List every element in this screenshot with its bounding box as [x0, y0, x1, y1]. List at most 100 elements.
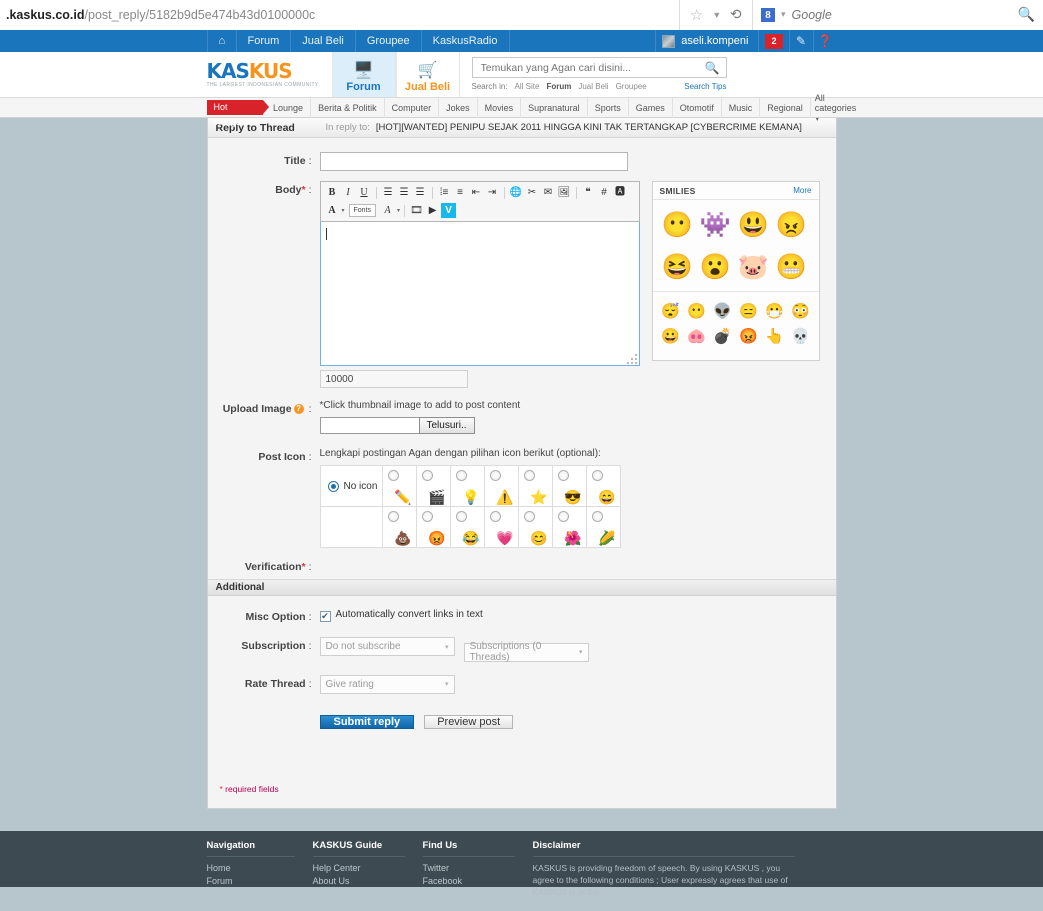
radio-post-icon[interactable]: [421, 511, 433, 522]
thread-title-link[interactable]: [HOT][WANTED] PENIPU SEJAK 2011 HINGGA K…: [376, 122, 802, 133]
bold-button[interactable]: B: [325, 185, 340, 200]
category-item-lounge[interactable]: Lounge: [266, 97, 312, 118]
question-icon[interactable]: ❓: [812, 30, 837, 52]
notifications-button[interactable]: 2: [758, 30, 788, 52]
quote-icon[interactable]: ❝: [581, 185, 596, 200]
smilies-more-link[interactable]: More: [793, 186, 811, 195]
top-nav-item-groupee[interactable]: Groupee: [356, 30, 422, 52]
radio-post-icon[interactable]: [455, 511, 467, 522]
title-input[interactable]: [319, 152, 628, 171]
smiley-item[interactable]: 😳: [788, 298, 814, 323]
unlink-icon[interactable]: ✂: [525, 185, 540, 200]
smiley-item[interactable]: 👆: [762, 323, 788, 348]
search-box[interactable]: 🔍: [471, 57, 727, 78]
smiley-item[interactable]: 😶: [659, 205, 697, 245]
image-icon[interactable]: 🖼: [557, 185, 572, 200]
email-icon[interactable]: ✉: [541, 185, 556, 200]
fonts-dropdown[interactable]: Fonts: [348, 204, 377, 217]
search-scope-jual-beli[interactable]: Jual Beli: [578, 82, 608, 91]
footer-link-forum[interactable]: Forum: [207, 875, 295, 888]
indent-icon[interactable]: ⇥: [485, 185, 500, 200]
subscriptions-list-select[interactable]: Subscriptions (0 Threads) ▾: [463, 641, 589, 663]
radio-post-icon[interactable]: [489, 470, 501, 481]
footer-link-help-center[interactable]: Help Center: [313, 862, 405, 875]
radio-post-icon[interactable]: [591, 470, 603, 481]
file-picker[interactable]: Telusuri..: [319, 417, 836, 434]
smiley-item[interactable]: 😮: [697, 247, 735, 287]
post-icon-option[interactable]: 😎: [551, 465, 587, 507]
post-icon-option[interactable]: 💗: [483, 506, 519, 548]
smiley-item[interactable]: 💀: [788, 323, 814, 348]
file-path-input[interactable]: [319, 417, 420, 434]
radio-post-icon[interactable]: [387, 470, 399, 481]
chevron-down-icon[interactable]: ▾: [342, 207, 345, 214]
radio-post-icon[interactable]: [489, 511, 501, 522]
radio-post-icon[interactable]: [523, 470, 535, 481]
radio-post-icon[interactable]: [421, 470, 433, 481]
link-icon[interactable]: 🌐: [509, 185, 524, 200]
smiley-item[interactable]: 💣: [710, 323, 736, 348]
post-icon-option[interactable]: 🎬: [415, 465, 451, 507]
site-logo[interactable]: KASKUS THE LARGEST INDONESIAN COMMUNITY: [207, 52, 332, 97]
youtube-icon[interactable]: ▶: [425, 203, 440, 218]
code-button[interactable]: #: [597, 185, 612, 200]
search-input[interactable]: [478, 60, 705, 75]
category-item-games[interactable]: Games: [629, 97, 673, 118]
bullet-list-icon[interactable]: ⁞≡: [437, 185, 452, 200]
radio-post-icon[interactable]: [523, 511, 535, 522]
spoiler-icon[interactable]: 🅰: [613, 185, 628, 200]
resize-handle[interactable]: [626, 354, 637, 364]
footer-link-about-us[interactable]: About Us: [313, 875, 405, 888]
smiley-item[interactable]: 🐽: [684, 323, 710, 348]
search-tips-link[interactable]: Search Tips: [684, 82, 726, 91]
smiley-item[interactable]: 😡: [736, 323, 762, 348]
chevron-down-icon[interactable]: ▾: [397, 207, 400, 214]
radio-post-icon[interactable]: [591, 511, 603, 522]
post-icon-option[interactable]: 🌽: [585, 506, 621, 548]
footer-link-home[interactable]: Home: [207, 862, 295, 875]
rate-thread-select[interactable]: Give rating ▾: [319, 674, 455, 694]
align-right-icon[interactable]: ☰: [413, 185, 428, 200]
category-all-dropdown[interactable]: All categories ▾: [811, 93, 861, 123]
search-scope-groupee[interactable]: Groupee: [616, 82, 647, 91]
post-icon-option[interactable]: ⭐: [517, 465, 553, 507]
radio-post-icon[interactable]: [387, 511, 399, 522]
reload-icon[interactable]: ⟳: [730, 6, 742, 23]
search-scope-all-site[interactable]: All Site: [515, 82, 540, 91]
radio-post-icon[interactable]: [557, 511, 569, 522]
category-item-regional[interactable]: Regional: [760, 97, 811, 118]
tab-forum[interactable]: 🖥️ Forum: [331, 52, 396, 97]
category-item-sports[interactable]: Sports: [588, 97, 629, 118]
post-icon-option[interactable]: 😊: [517, 506, 553, 548]
smiley-item[interactable]: 😀: [658, 323, 684, 348]
chevron-down-icon[interactable]: ▼: [712, 10, 721, 20]
smiley-item[interactable]: 😠: [773, 205, 811, 245]
search-scope-forum[interactable]: Forum: [546, 82, 571, 91]
submit-reply-button[interactable]: Submit reply: [319, 714, 415, 729]
category-item-computer[interactable]: Computer: [385, 97, 440, 118]
font-size-button[interactable]: A: [380, 203, 395, 218]
smiley-item[interactable]: 😷: [762, 298, 788, 323]
tab-jual-beli[interactable]: 🛒 Jual Beli: [395, 52, 460, 97]
footer-link-facebook[interactable]: Facebook: [423, 875, 515, 888]
radio-post-icon[interactable]: [557, 470, 569, 481]
smiley-item[interactable]: 😶: [684, 298, 710, 323]
category-hot-button[interactable]: Hot categories: [206, 100, 269, 127]
url-bar[interactable]: .kaskus.co.id/post_reply/5182b9d5e474b43…: [0, 0, 680, 30]
post-icon-none-cell[interactable]: No icon: [319, 465, 383, 507]
post-icon-option[interactable]: ✏️: [381, 465, 417, 507]
smiley-item[interactable]: 😑: [736, 298, 762, 323]
verification-field[interactable]: [320, 558, 836, 573]
home-icon[interactable]: ⌂: [206, 30, 237, 52]
post-icon-option[interactable]: 💡: [449, 465, 485, 507]
footer-link-twitter[interactable]: Twitter: [423, 862, 515, 875]
vimeo-icon[interactable]: V: [441, 203, 457, 218]
smiley-item[interactable]: 👾: [697, 205, 735, 245]
video-icon[interactable]: 🎞: [409, 203, 424, 218]
top-nav-item-kaskusradio[interactable]: KaskusRadio: [422, 30, 510, 52]
pencil-icon[interactable]: ✎: [788, 30, 813, 52]
radio-no-icon[interactable]: [327, 480, 339, 492]
category-item-otomotif[interactable]: Otomotif: [673, 97, 722, 118]
smiley-item[interactable]: 😆: [659, 247, 697, 287]
top-nav-item-forum[interactable]: Forum: [237, 30, 292, 52]
